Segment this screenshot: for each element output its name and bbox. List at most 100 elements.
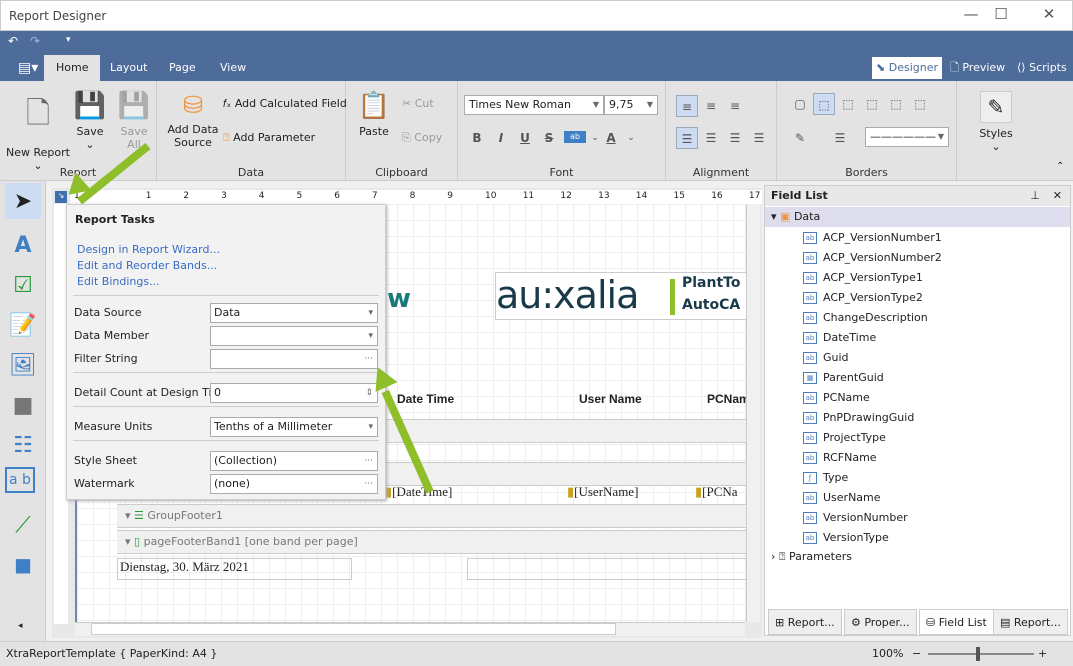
- border-color-icon[interactable]: ✎: [789, 127, 811, 149]
- field-item[interactable]: ab ACP_VersionType2: [803, 288, 923, 308]
- field-item[interactable]: ƒ Type: [803, 468, 848, 488]
- editor-button-icon[interactable]: ▾: [368, 327, 373, 345]
- field-item[interactable]: ab DateTime: [803, 328, 876, 348]
- undo-icon[interactable]: ↶: [8, 34, 18, 48]
- picture-tool-icon[interactable]: 🖼: [5, 347, 41, 383]
- field-item[interactable]: ab RCFName: [803, 448, 877, 468]
- border-width-icon[interactable]: ☰: [829, 127, 851, 149]
- header-cell[interactable]: User Name: [579, 392, 642, 406]
- cut-button[interactable]: ✂ Cut: [402, 97, 434, 110]
- collapse-ribbon-icon[interactable]: ⌃: [1056, 161, 1064, 172]
- strikethrough-icon[interactable]: S: [538, 127, 560, 149]
- font-family-combo[interactable]: Times New Roman ▼: [464, 95, 604, 115]
- add-calculated-field-button[interactable]: 𝑓ₓ Add Calculated Field: [223, 97, 347, 111]
- character-comb-tool-icon[interactable]: a b: [5, 467, 35, 493]
- edit-bindings-link[interactable]: Edit Bindings...: [77, 275, 160, 288]
- label-tool-icon[interactable]: A: [5, 227, 41, 263]
- property-value-field[interactable]: (Collection) ···: [210, 451, 378, 471]
- property-value-field[interactable]: Data ▾: [210, 303, 378, 323]
- italic-icon[interactable]: I: [490, 127, 512, 149]
- editor-button-icon[interactable]: ···: [364, 350, 373, 368]
- align-left-icon[interactable]: ☰: [676, 127, 698, 149]
- pin-icon[interactable]: ⊥: [1030, 186, 1040, 206]
- property-value-field[interactable]: 0 ⇕: [210, 383, 378, 403]
- close-button[interactable]: ✕: [1029, 5, 1069, 23]
- chevron-down-icon[interactable]: ⌄: [620, 127, 642, 149]
- editor-button-icon[interactable]: ···: [364, 452, 373, 470]
- align-right-icon[interactable]: ☰: [724, 127, 746, 149]
- property-value-field[interactable]: Tenths of a Millimeter ▾: [210, 417, 378, 437]
- date-cell[interactable]: Dienstag, 30. März 2021: [117, 558, 352, 580]
- page-footer-band[interactable]: ▾ ▯ pageFooterBand1 [one band per page]: [117, 530, 747, 554]
- editor-button-icon[interactable]: ⇕: [365, 384, 373, 402]
- add-parameter-button[interactable]: ⍰ Add Parameter: [223, 131, 315, 145]
- panel-tab[interactable]: ▤ Report...: [993, 609, 1068, 635]
- field-item[interactable]: ab PnPDrawingGuid: [803, 408, 914, 428]
- checkbox-tool-icon[interactable]: ☑: [5, 267, 41, 303]
- align-top-icon[interactable]: ≡: [676, 95, 698, 117]
- field-item[interactable]: ab Guid: [803, 348, 849, 368]
- redo-icon[interactable]: ↷: [30, 34, 40, 48]
- align-bottom-icon[interactable]: ≡: [724, 95, 746, 117]
- field-cell[interactable]: ▮[UserName]: [567, 484, 638, 500]
- border-all-icon[interactable]: ▢: [789, 93, 811, 115]
- zoom-out-icon[interactable]: −: [912, 642, 921, 666]
- field-item[interactable]: ab VersionNumber: [803, 508, 908, 528]
- field-item[interactable]: ab ACP_VersionNumber2: [803, 248, 942, 268]
- smart-tag-icon[interactable]: ↘: [55, 191, 67, 203]
- tab-home[interactable]: Home: [44, 55, 101, 81]
- border-right-icon[interactable]: ⬚: [885, 93, 907, 115]
- close-icon[interactable]: ✕: [1053, 186, 1062, 206]
- border-dash-combo[interactable]: —————— ▼: [865, 127, 949, 147]
- save-button[interactable]: 💾 Save ⌄: [72, 91, 108, 151]
- editor-button-icon[interactable]: ···: [364, 475, 373, 493]
- view-scripts[interactable]: ⟨⟩ Scripts: [1013, 57, 1071, 79]
- maximize-button[interactable]: ☐: [981, 5, 1021, 23]
- field-item[interactable]: ab ACP_VersionType1: [803, 268, 923, 288]
- border-top-icon[interactable]: ⬚: [861, 93, 883, 115]
- view-designer[interactable]: ⬊ Designer: [872, 57, 942, 79]
- table-tool-icon[interactable]: ☷: [5, 427, 41, 463]
- align-middle-icon[interactable]: ≡: [700, 95, 722, 117]
- bold-icon[interactable]: B: [466, 127, 488, 149]
- tree-node-parameters[interactable]: › ⍰ Parameters: [771, 547, 852, 567]
- field-item[interactable]: ab PCName: [803, 388, 870, 408]
- header-cell[interactable]: Date Time: [397, 392, 454, 406]
- vertical-scrollbar[interactable]: [746, 204, 760, 622]
- zoom-in-icon[interactable]: +: [1038, 642, 1047, 666]
- header-cell[interactable]: PCNam: [707, 392, 750, 406]
- zoom-slider[interactable]: [928, 647, 1034, 661]
- styles-button[interactable]: ✎ Styles ⌄: [976, 91, 1016, 153]
- shape-tool-icon[interactable]: ◼: [5, 547, 41, 583]
- customize-dropdown-icon[interactable]: ▾: [66, 35, 71, 45]
- line-tool-icon[interactable]: ⟋: [5, 507, 41, 543]
- field-item[interactable]: ab ProjectType: [803, 428, 886, 448]
- field-cell[interactable]: ▮[PCNa: [695, 484, 738, 500]
- design-wizard-link[interactable]: Design in Report Wizard...: [77, 243, 220, 256]
- font-color-icon[interactable]: A: [600, 127, 622, 149]
- field-cell[interactable]: ▮[DateTime]: [385, 484, 452, 500]
- view-preview[interactable]: 🗋 Preview: [946, 57, 1009, 79]
- field-item[interactable]: ab ChangeDescription: [803, 308, 928, 328]
- field-item[interactable]: ab ACP_VersionNumber1: [803, 228, 942, 248]
- border-left-icon[interactable]: ⬚: [837, 93, 859, 115]
- paste-button[interactable]: 📋 Paste: [356, 91, 392, 138]
- page-info-cell[interactable]: [467, 558, 747, 580]
- field-item[interactable]: ▦ ParentGuid: [803, 368, 884, 388]
- editor-button-icon[interactable]: ▾: [368, 304, 373, 322]
- tab-page[interactable]: Page: [157, 55, 208, 81]
- pointer-tool-icon[interactable]: ➤: [5, 183, 41, 219]
- horizontal-scrollbar[interactable]: [75, 622, 745, 636]
- property-value-field[interactable]: ▾: [210, 326, 378, 346]
- border-bottom-icon[interactable]: ⬚: [909, 93, 931, 115]
- field-item[interactable]: ab UserName: [803, 488, 881, 508]
- underline-icon[interactable]: U: [514, 127, 536, 149]
- tab-view[interactable]: View: [208, 55, 258, 81]
- panel-tab[interactable]: ⛁ Field List: [919, 609, 994, 635]
- richtext-tool-icon[interactable]: 📝: [5, 307, 41, 343]
- panel-tab[interactable]: ⚙ Proper...: [844, 609, 917, 635]
- edit-bands-link[interactable]: Edit and Reorder Bands...: [77, 259, 217, 272]
- save-all-button[interactable]: 💾 Save All: [112, 91, 156, 151]
- tree-root-data[interactable]: ▾ ▣ Data: [765, 207, 1070, 227]
- panel-tool-icon[interactable]: ■: [5, 387, 41, 423]
